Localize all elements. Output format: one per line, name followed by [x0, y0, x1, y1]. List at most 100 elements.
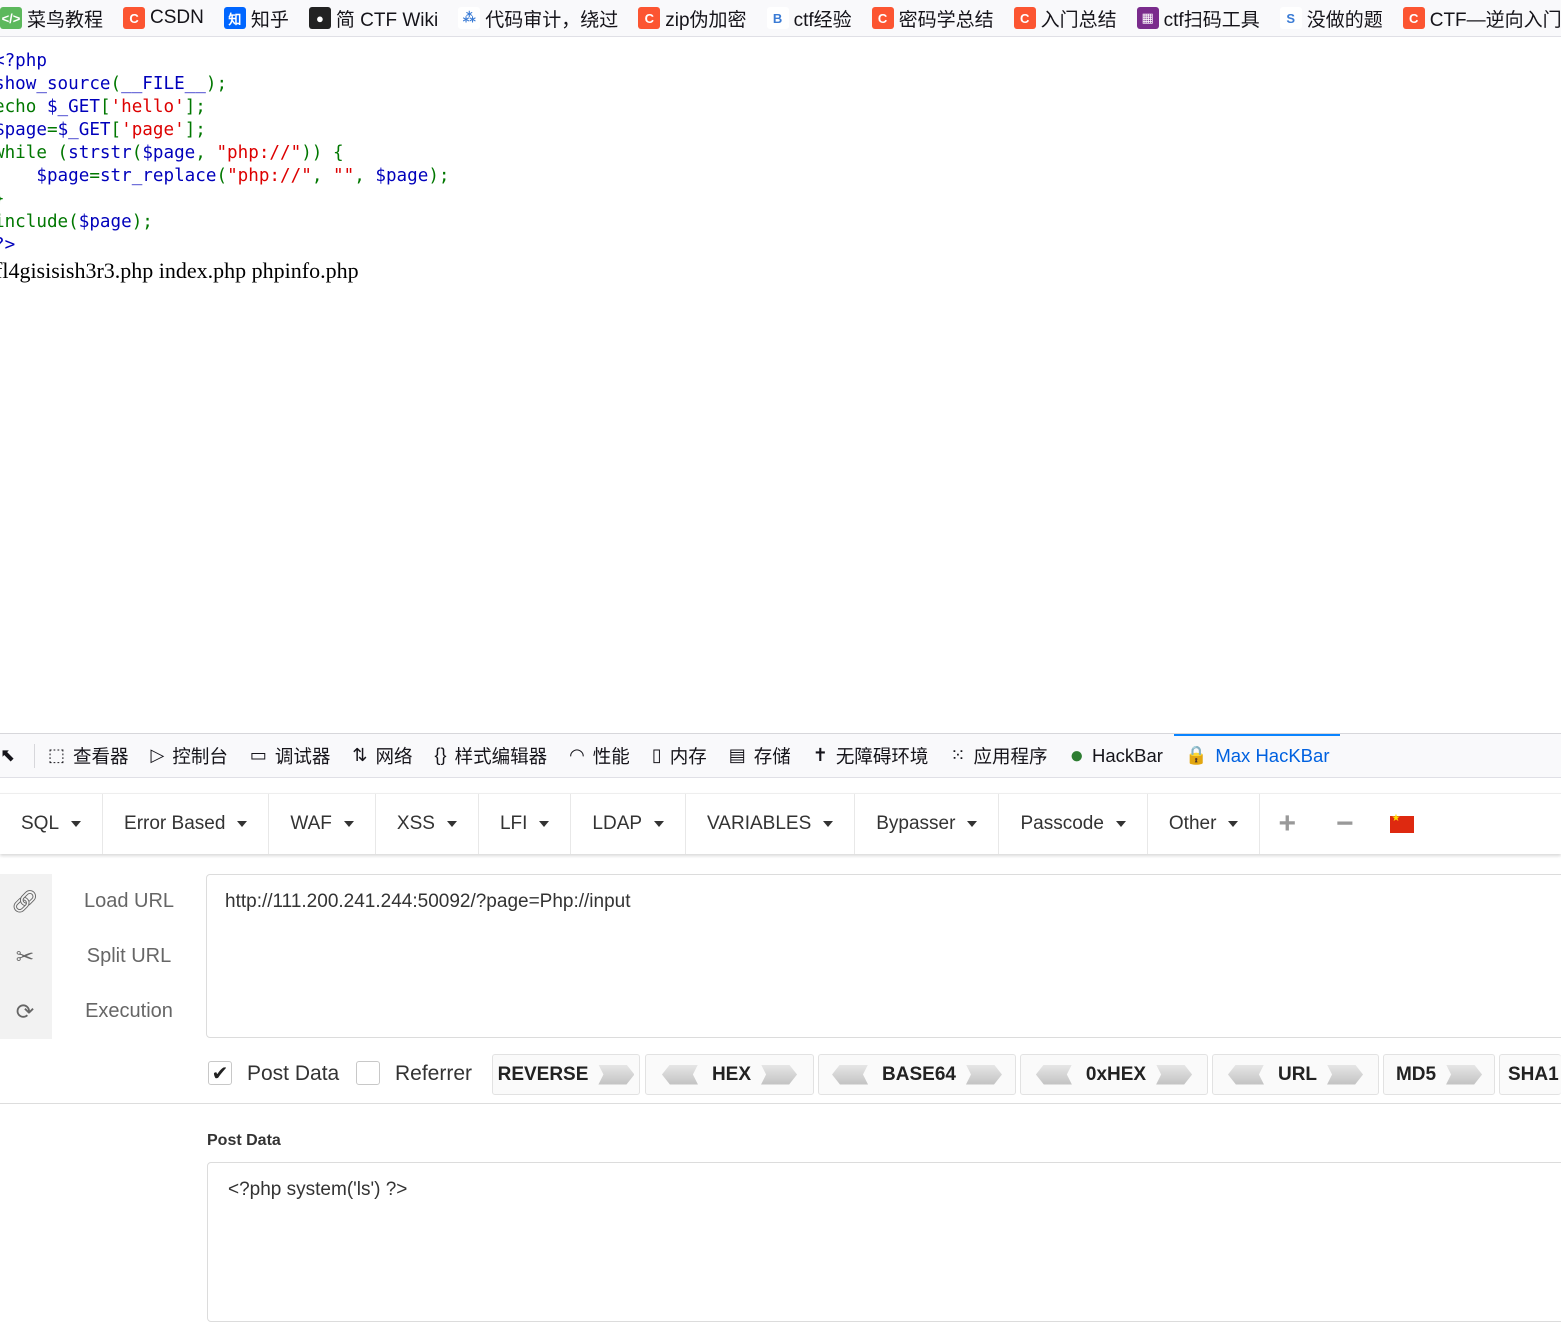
- bookmark-item[interactable]: CCTF—逆向入门题: [1402, 5, 1561, 32]
- post-data-checkbox-label[interactable]: Post Data: [247, 1062, 339, 1086]
- code-token: ];: [184, 120, 206, 140]
- bookmark-label: 代码审计，绕过: [485, 9, 619, 31]
- code-token: include: [0, 212, 69, 232]
- code-line: ?>: [0, 234, 450, 257]
- menu-dropdown[interactable]: VARIABLES: [686, 794, 856, 854]
- code-token: =: [89, 166, 100, 186]
- menu-dropdown[interactable]: XSS: [376, 794, 479, 854]
- caret-down-icon: [654, 821, 665, 827]
- china-flag-icon[interactable]: [1389, 813, 1414, 833]
- add-tab-button[interactable]: +: [1260, 794, 1314, 854]
- remove-tab-button[interactable]: −: [1314, 794, 1372, 854]
- bookmark-item[interactable]: ▦ ctf扫码工具: [1136, 5, 1260, 32]
- menu-dropdown[interactable]: LDAP: [571, 794, 687, 854]
- csdn-icon: C: [1013, 7, 1036, 29]
- hackbar-icon: ●: [1069, 741, 1084, 769]
- menu-dropdown-label: Other: [1168, 813, 1217, 834]
- caret-down-icon: [446, 821, 457, 827]
- element-picker-button[interactable]: ⬉: [0, 734, 32, 777]
- execute-button[interactable]: Execution: [60, 1000, 198, 1023]
- code-token: $page: [78, 212, 132, 232]
- bookmark-item[interactable]: Czip伪加密: [638, 5, 747, 32]
- bookmark-item[interactable]: C 密码学总结: [871, 5, 994, 32]
- code-token: );: [131, 212, 153, 232]
- bookmark-item[interactable]: ⁂ 代码审计，绕过: [458, 5, 618, 32]
- zhihu-icon: 知: [223, 7, 246, 29]
- code-token: $_GET: [57, 120, 111, 140]
- bookmark-item[interactable]: S 没做的题: [1279, 5, 1383, 32]
- devtools-tab[interactable]: ⬚ 查看器: [37, 734, 140, 777]
- bookmark-item[interactable]: 知知乎: [223, 5, 289, 32]
- scissors-icon[interactable]: ✂︎: [12, 944, 38, 970]
- menu-dropdown[interactable]: Bypasser: [855, 794, 1000, 854]
- devtools-tab[interactable]: ⇅ 网络: [341, 734, 423, 777]
- referrer-checkbox-label[interactable]: Referrer: [395, 1062, 472, 1086]
- code-line: show_source(__FILE__);: [0, 73, 450, 96]
- caret-down-icon: [539, 821, 550, 827]
- sha1-label: SHA1: [1508, 1063, 1559, 1085]
- devtools-tab[interactable]: ◠ 性能: [558, 734, 641, 777]
- code-token: 'page': [121, 120, 185, 140]
- devtools-tab[interactable]: ✝ 无障碍环境: [802, 734, 940, 777]
- link-icon[interactable]: 🔗︎: [11, 889, 39, 915]
- code-token: );: [428, 166, 450, 186]
- menu-dropdown-label: SQL: [21, 813, 60, 834]
- arrow-right-icon: [965, 1064, 1002, 1085]
- menu-dropdown[interactable]: WAF: [269, 794, 376, 854]
- code-token: strstr: [68, 143, 132, 163]
- bookmark-item[interactable]: ● 简 CTF Wiki: [308, 5, 438, 32]
- devtools-tab[interactable]: ▯ 内存: [641, 734, 718, 777]
- devtools-tab[interactable]: ▷ 控制台: [140, 734, 239, 777]
- bookmark-label: CTF—逆向入门题: [1429, 9, 1561, 31]
- devtools-tab[interactable]: ▤ 存储: [718, 734, 802, 777]
- devtools-tab[interactable]: {} 样式编辑器: [424, 734, 559, 777]
- menu-dropdown[interactable]: LFI: [479, 794, 572, 854]
- bookmark-item[interactable]: C CSDN: [123, 7, 204, 29]
- code-token: $_GET: [46, 97, 100, 117]
- max-hackbar-icon: 🔒: [1184, 745, 1208, 765]
- md5-button[interactable]: MD5: [1383, 1054, 1495, 1095]
- code-line: $page=str_replace("php://", "", $page);: [0, 165, 450, 188]
- caret-down-icon: [1228, 821, 1239, 827]
- code-token: ,: [311, 166, 333, 186]
- menu-dropdown-label: Bypasser: [876, 813, 956, 834]
- post-data-textarea[interactable]: <?php system('ls') ?>: [207, 1162, 1561, 1322]
- sha1-button[interactable]: SHA1: [1499, 1054, 1561, 1095]
- bookmark-label: 入门总结: [1040, 9, 1117, 31]
- load-url-button[interactable]: Load URL: [60, 890, 198, 913]
- split-url-button[interactable]: Split URL: [60, 945, 198, 968]
- code-token: ];: [184, 97, 206, 117]
- url-encode-label: URL: [1277, 1063, 1318, 1085]
- url-encode-button[interactable]: URL: [1212, 1054, 1379, 1095]
- devtools-tab-label: 查看器: [73, 745, 129, 767]
- reverse-button[interactable]: REVERSE: [492, 1054, 640, 1095]
- arrow-right-icon: [1446, 1064, 1483, 1085]
- url-textarea[interactable]: http://111.200.241.244:50092/?page=Php:/…: [206, 874, 1561, 1038]
- bookmark-label: ctf经验: [793, 9, 852, 31]
- reverse-label: REVERSE: [497, 1063, 589, 1085]
- bookmark-item[interactable]: Bctf经验: [766, 5, 852, 32]
- oxhex-button[interactable]: 0xHEX: [1020, 1054, 1208, 1095]
- devtools-tab[interactable]: ⁙ 应用程序: [939, 734, 1058, 777]
- code-token: <?php: [0, 51, 47, 71]
- referrer-checkbox[interactable]: [356, 1061, 380, 1085]
- code-token: }: [0, 189, 5, 209]
- menu-dropdown[interactable]: Passcode: [999, 794, 1148, 854]
- menu-dropdown[interactable]: SQL: [0, 794, 104, 854]
- base64-button[interactable]: BASE64: [818, 1054, 1016, 1095]
- hex-button[interactable]: HEX: [645, 1054, 814, 1095]
- bookmark-item[interactable]: C 入门总结: [1013, 5, 1117, 32]
- post-data-checkbox[interactable]: ✔: [208, 1061, 232, 1085]
- bookmark-item[interactable]: </> 菜鸟教程: [0, 5, 103, 32]
- menu-dropdown[interactable]: Error Based: [103, 794, 270, 854]
- application-icon: ⁙: [950, 745, 966, 765]
- devtools-tab[interactable]: ▭ 调试器: [239, 734, 342, 777]
- menu-dropdown[interactable]: Other: [1148, 794, 1261, 854]
- code-line: while (strstr($page, "php://")) {: [0, 142, 450, 165]
- devtools-tab[interactable]: ● HackBar: [1058, 734, 1173, 777]
- code-token: "php://": [216, 143, 302, 163]
- refresh-icon[interactable]: ⟳: [12, 999, 38, 1025]
- devtools-tab[interactable]: 🔒 Max HacKBar: [1173, 734, 1341, 777]
- devtools-tab-label: 内存: [669, 745, 707, 767]
- code-token: ?>: [0, 235, 16, 255]
